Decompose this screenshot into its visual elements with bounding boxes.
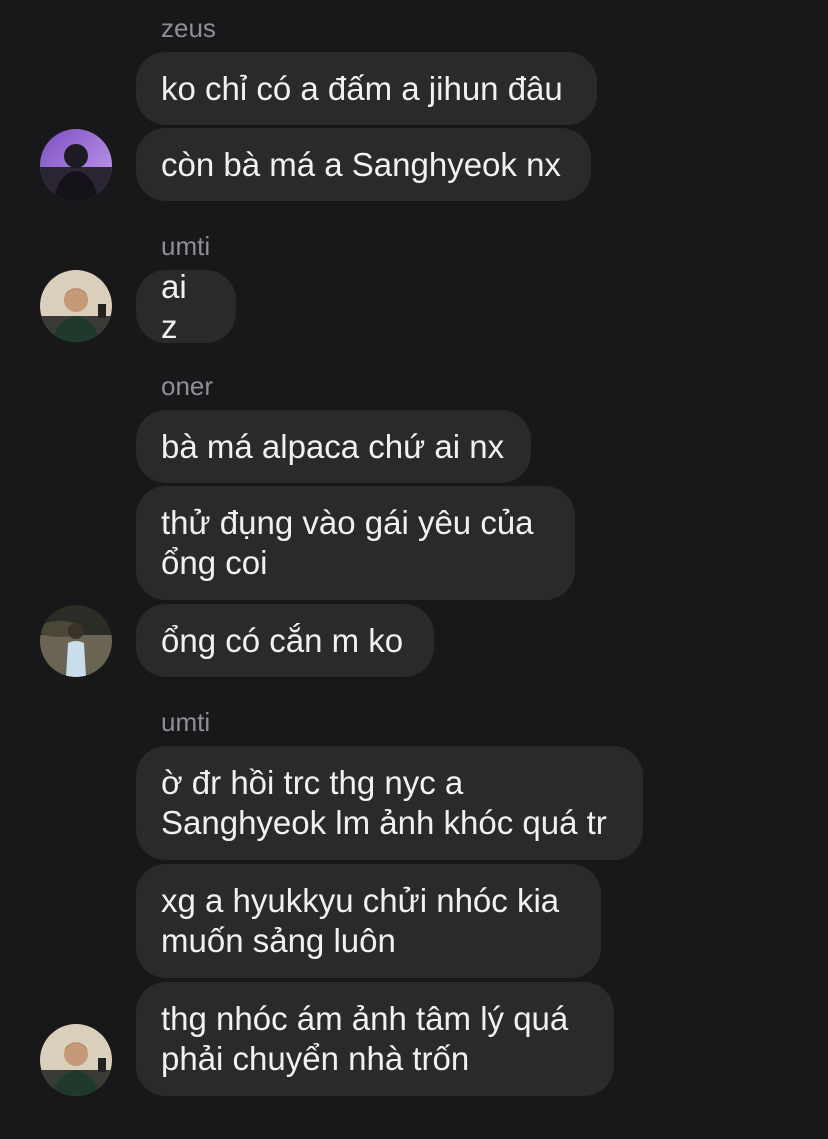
profile-photo-icon (40, 270, 112, 342)
message-bubble[interactable]: ổng có cắn m ko (136, 604, 434, 677)
avatar-oner[interactable] (40, 605, 112, 677)
profile-photo-icon (40, 605, 112, 677)
message-bubble[interactable]: xg a hyukkyu chửi nhóc kia muốn sảng luô… (136, 864, 601, 978)
sender-name-umti: umti (161, 231, 211, 261)
avatar-zeus[interactable] (40, 129, 112, 201)
sender-name-oner: oner (161, 371, 214, 401)
message-bubble[interactable]: thg nhóc ám ảnh tâm lý quá phải chuyển n… (136, 982, 614, 1096)
avatar-umti[interactable] (40, 270, 112, 342)
avatar-umti[interactable] (40, 1024, 112, 1096)
sender-name-zeus: zeus (161, 13, 216, 43)
message-bubble[interactable]: ai z (136, 268, 236, 345)
message-bubble[interactable]: bà má alpaca chứ ai nx (136, 410, 531, 483)
message-bubble[interactable]: ko chỉ có a đấm a jihun đâu (136, 52, 597, 125)
message-bubble[interactable]: ờ đr hồi trc thg nyc a Sanghyeok lm ảnh … (136, 746, 643, 860)
message-bubble[interactable]: còn bà má a Sanghyeok nx (136, 128, 591, 201)
profile-photo-icon (40, 1024, 112, 1096)
profile-photo-icon (40, 129, 112, 201)
message-bubble[interactable]: thử đụng vào gái yêu của ổng coi (136, 486, 575, 600)
sender-name-umti: umti (161, 707, 211, 737)
